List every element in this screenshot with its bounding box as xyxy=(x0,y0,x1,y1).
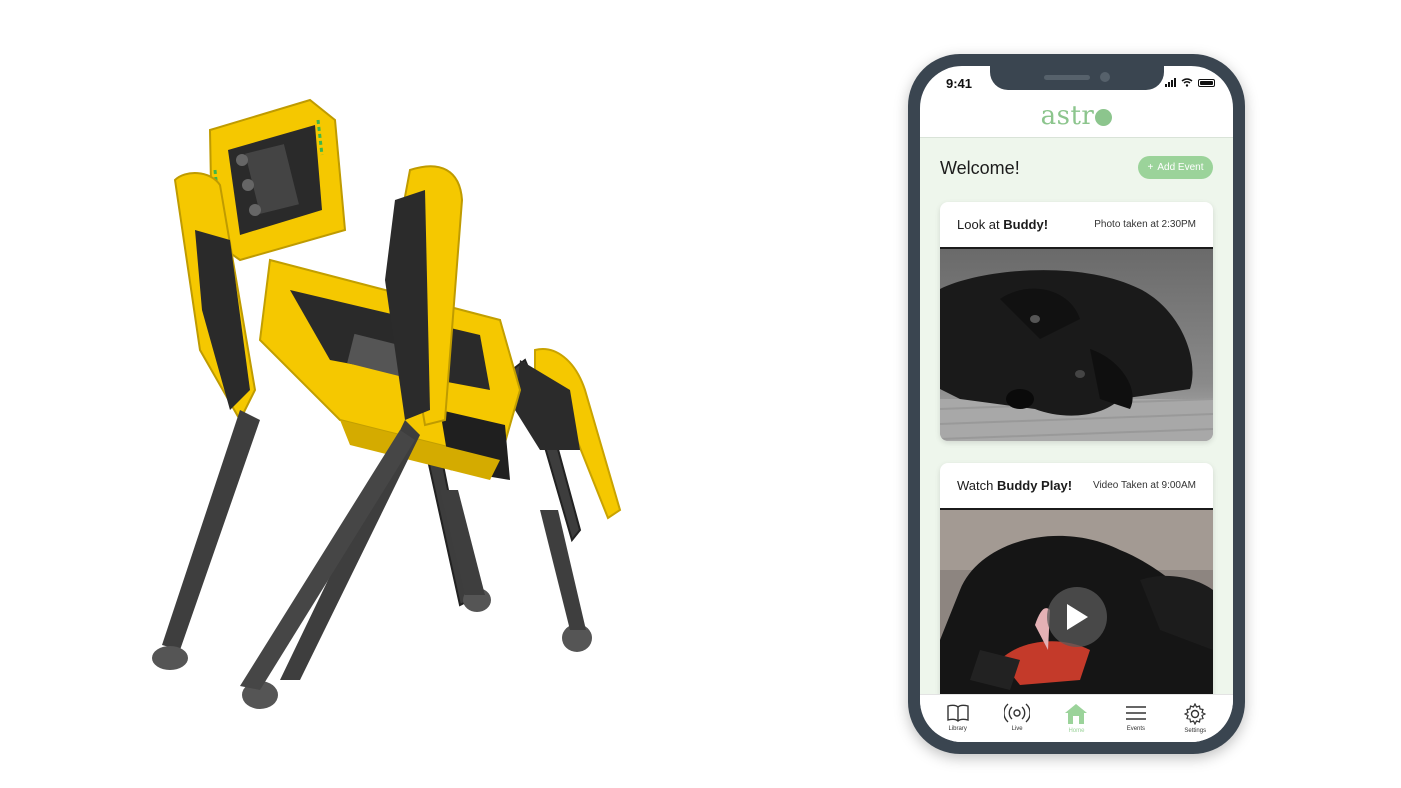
phone-mockup: 9:41 astr Welcome! + Add Event Look at B… xyxy=(908,54,1245,754)
tab-label: Live xyxy=(1011,726,1023,732)
app-logo[interactable]: astr xyxy=(1041,101,1113,131)
front-camera xyxy=(1100,72,1110,82)
card-header: Look at Buddy! Photo taken at 2:30PM xyxy=(940,202,1213,249)
tab-label: Settings xyxy=(1184,728,1207,734)
tab-label: Home xyxy=(1068,728,1085,734)
wifi-icon xyxy=(1181,78,1193,87)
dog-photo[interactable] xyxy=(940,249,1213,441)
tab-label: Library xyxy=(948,726,967,732)
play-icon xyxy=(1067,604,1088,630)
speaker-grill xyxy=(1044,75,1090,80)
menu-icon xyxy=(1125,706,1146,720)
card-title-prefix: Watch xyxy=(957,478,997,493)
tab-home[interactable]: Home xyxy=(1051,695,1101,742)
robot-dog-image xyxy=(152,98,622,709)
event-card-photo[interactable]: Look at Buddy! Photo taken at 2:30PM xyxy=(940,202,1213,441)
tab-settings[interactable]: Settings xyxy=(1170,695,1220,742)
card-title: Look at Buddy! xyxy=(957,217,1048,232)
broadcast-icon xyxy=(1004,703,1031,723)
app-logo-text: astr xyxy=(1040,100,1095,131)
app-header: astr xyxy=(920,94,1233,138)
card-header: Watch Buddy Play! Video Taken at 9:00AM xyxy=(940,463,1213,510)
event-card-video[interactable]: Watch Buddy Play! Video Taken at 9:00AM xyxy=(940,463,1213,694)
phone-screen: 9:41 astr Welcome! + Add Event Look at B… xyxy=(920,66,1233,742)
add-event-label: Add Event xyxy=(1157,162,1204,173)
house-icon xyxy=(1065,704,1088,724)
battery-icon xyxy=(1198,78,1215,87)
card-title-prefix: Look at xyxy=(957,217,1004,232)
home-feed: Welcome! + Add Event Look at Buddy! Phot… xyxy=(920,138,1233,694)
tab-label: Events xyxy=(1126,726,1146,732)
phone-notch xyxy=(990,66,1164,90)
status-icons xyxy=(1165,78,1215,87)
tab-events[interactable]: Events xyxy=(1111,695,1161,742)
paw-icon xyxy=(1095,109,1113,126)
tab-live[interactable]: Live xyxy=(992,695,1042,742)
card-timestamp: Photo taken at 2:30PM xyxy=(1094,219,1196,230)
welcome-heading: Welcome! xyxy=(940,158,1020,178)
dog-video-thumbnail[interactable] xyxy=(940,510,1213,694)
tab-library[interactable]: Library xyxy=(933,695,983,742)
cellular-signal-icon xyxy=(1165,78,1176,87)
book-icon xyxy=(946,704,969,722)
card-title: Watch Buddy Play! xyxy=(957,478,1072,493)
plus-icon: + xyxy=(1147,162,1154,173)
add-event-button[interactable]: + Add Event xyxy=(1138,156,1213,179)
status-time: 9:41 xyxy=(946,76,973,91)
card-timestamp: Video Taken at 9:00AM xyxy=(1092,480,1196,491)
card-title-bold: Buddy! xyxy=(1003,217,1049,232)
tab-bar: Library Live Home Events Settings xyxy=(920,694,1233,742)
card-title-bold: Buddy Play! xyxy=(996,478,1073,493)
play-button[interactable] xyxy=(1047,587,1107,647)
gear-icon xyxy=(1184,703,1207,725)
